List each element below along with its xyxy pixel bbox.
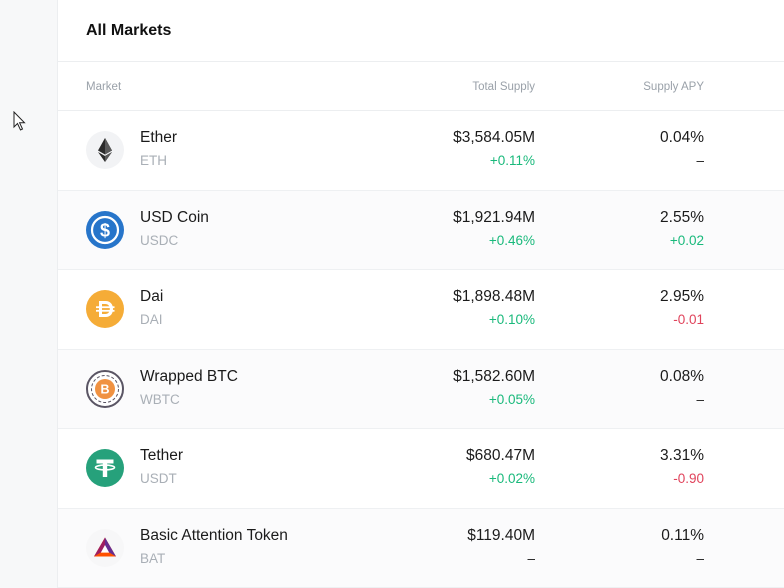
market-symbol: DAI bbox=[140, 312, 163, 327]
ether-icon bbox=[86, 131, 124, 169]
market-name: Tether bbox=[140, 447, 184, 464]
supply-apy-change: -0.01 bbox=[673, 312, 704, 327]
market-symbol: USDT bbox=[140, 471, 177, 486]
supply-apy-value: 0.08% bbox=[660, 367, 704, 385]
market-row-wrapped-btc[interactable]: B Wrapped BTC WBTC $1,582.60M +0.05% 0.0… bbox=[58, 349, 784, 429]
supply-apy-change: +0.02 bbox=[669, 232, 704, 248]
bat-icon bbox=[86, 528, 124, 567]
total-supply-value: $119.40M bbox=[467, 526, 535, 544]
table-header: Market Total Supply Supply APY bbox=[58, 62, 784, 111]
market-symbol: BAT bbox=[140, 550, 166, 566]
market-row-usd-coin[interactable]: $ USD Coin USDC $1,921.94M +0.46% 2.55% … bbox=[58, 190, 784, 270]
markets-panel: All Markets Market Total Supply Supply A… bbox=[57, 0, 784, 588]
supply-apy-change: – bbox=[696, 391, 704, 407]
column-header-market[interactable]: Market bbox=[86, 81, 121, 93]
market-name: Dai bbox=[140, 288, 164, 305]
market-name: Basic Attention Token bbox=[140, 526, 288, 544]
market-name: Ether bbox=[140, 129, 178, 146]
svg-text:$: $ bbox=[100, 220, 110, 240]
market-name: USD Coin bbox=[140, 208, 209, 226]
market-row-dai[interactable]: Dai DAI $1,898.48M +0.10% 2.95% -0.01 bbox=[58, 270, 784, 350]
svg-text:B: B bbox=[100, 382, 109, 396]
tether-icon bbox=[86, 449, 124, 487]
total-supply-change: +0.11% bbox=[489, 153, 535, 168]
panel-title: All Markets bbox=[58, 0, 784, 62]
column-header-total-supply[interactable]: Total Supply bbox=[472, 81, 535, 93]
total-supply-value: $1,582.60M bbox=[453, 367, 535, 385]
market-row-basic-attention-token[interactable]: Basic Attention Token BAT $119.40M – 0.1… bbox=[58, 508, 784, 588]
total-supply-change: +0.10% bbox=[488, 312, 535, 327]
total-supply-value: $1,898.48M bbox=[453, 288, 535, 305]
wbtc-icon: B bbox=[86, 369, 124, 408]
column-header-supply-apy[interactable]: Supply APY bbox=[643, 81, 704, 93]
supply-apy-change: – bbox=[696, 550, 704, 566]
market-symbol: USDC bbox=[140, 232, 179, 248]
market-symbol: WBTC bbox=[140, 391, 180, 407]
total-supply-value: $680.47M bbox=[466, 447, 535, 464]
total-supply-value: $3,584.05M bbox=[453, 129, 535, 146]
total-supply-change: +0.02% bbox=[488, 471, 535, 486]
total-supply-change: – bbox=[527, 550, 535, 566]
market-row-tether[interactable]: Tether USDT $680.47M +0.02% 3.31% -0.90 bbox=[58, 429, 784, 509]
usdc-icon: $ bbox=[86, 210, 124, 249]
supply-apy-value: 3.31% bbox=[660, 447, 704, 464]
market-row-ether[interactable]: Ether ETH $3,584.05M +0.11% 0.04% – bbox=[58, 111, 784, 191]
mouse-cursor-icon bbox=[13, 111, 26, 131]
market-symbol: ETH bbox=[140, 153, 167, 168]
total-supply-change: +0.05% bbox=[488, 391, 535, 407]
dai-icon bbox=[86, 290, 124, 328]
supply-apy-change: -0.90 bbox=[673, 471, 704, 486]
supply-apy-change: – bbox=[696, 153, 704, 168]
total-supply-change: +0.46% bbox=[488, 232, 535, 248]
supply-apy-value: 2.55% bbox=[660, 208, 704, 226]
supply-apy-value: 0.04% bbox=[660, 129, 704, 146]
market-name: Wrapped BTC bbox=[140, 367, 238, 385]
total-supply-value: $1,921.94M bbox=[453, 208, 535, 226]
supply-apy-value: 0.11% bbox=[661, 526, 704, 544]
supply-apy-value: 2.95% bbox=[660, 288, 704, 305]
